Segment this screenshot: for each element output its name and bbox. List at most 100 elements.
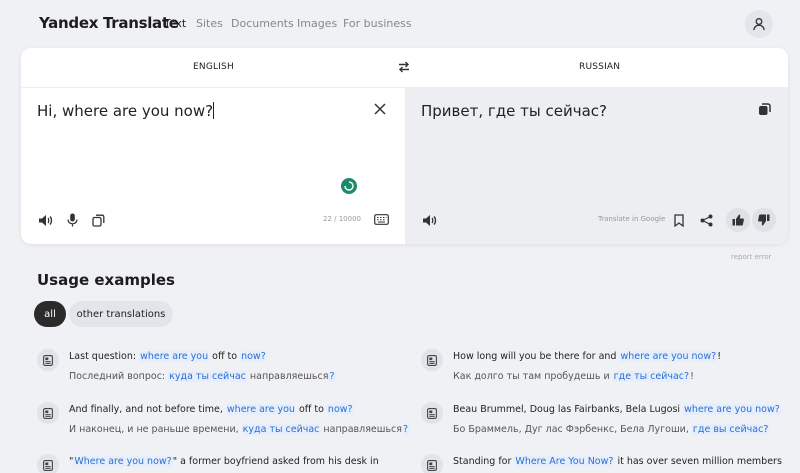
highlighted-phrase: where are you [225, 404, 296, 415]
example-source-sentence: "Where are you now?" a former boyfriend … [69, 456, 379, 467]
keyboard-icon [373, 213, 389, 225]
example-translated-sentence: Бо Браммель, Дуг лас Фэрбенкс, Бела Луго… [453, 424, 770, 435]
copy-icon [758, 102, 771, 115]
source-language-selector[interactable]: ENGLISH [193, 62, 234, 72]
source-text-value: Hi, where are you now? [37, 102, 214, 120]
nav-for-business[interactable]: For business [343, 17, 412, 30]
document-icon [43, 407, 53, 419]
text-caret [213, 102, 215, 119]
speaker-icon [38, 214, 52, 226]
virtual-keyboard-button[interactable] [373, 212, 389, 226]
translator-card: ENGLISH RUSSIAN Hi, where are you now? 2… [21, 48, 788, 244]
highlighted-phrase: now? [240, 351, 267, 362]
bookmark-button[interactable] [672, 212, 686, 228]
example-text: ! [690, 371, 694, 382]
highlighted-phrase: now? [326, 404, 354, 415]
nav-documents[interactable]: Documents [231, 17, 294, 30]
example-text: ! [717, 351, 721, 362]
share-button[interactable] [698, 212, 714, 228]
example-source-button[interactable] [421, 454, 443, 473]
close-icon [374, 103, 386, 115]
filter-chip-all[interactable]: all [34, 301, 66, 327]
highlighted-phrase: where are you [139, 351, 210, 362]
example-text: And finally, and not before time, [69, 404, 226, 415]
translate-in-google-link[interactable]: Translate in Google [598, 215, 665, 223]
highlighted-phrase: where are you now? [619, 351, 718, 362]
example-text: off to [295, 404, 327, 415]
translation-copy-button[interactable] [757, 102, 771, 116]
clear-text-button[interactable] [373, 102, 387, 116]
translation-output: Привет, где ты сейчас? [421, 102, 607, 120]
example-source-button[interactable] [37, 454, 59, 473]
source-speak-button[interactable] [37, 212, 53, 228]
thumbs-up-button[interactable] [726, 208, 750, 232]
translation-speak-button[interactable] [421, 212, 437, 228]
source-text-input[interactable]: Hi, where are you now? [37, 102, 215, 120]
example-source-button[interactable] [37, 349, 59, 371]
example-text: И наконец, и не раньше времени, [69, 424, 242, 435]
bookmark-icon [674, 213, 684, 227]
example-text: Beau Brummel, Doug las Fairbanks, Bela L… [453, 404, 684, 415]
source-copy-button[interactable] [91, 212, 106, 228]
example-source-sentence: Beau Brummel, Doug las Fairbanks, Bela L… [453, 404, 781, 415]
example-source-button[interactable] [37, 402, 59, 424]
example-text: направляешься [320, 424, 402, 435]
profile-button[interactable] [745, 10, 773, 38]
highlighted-phrase: where are you now? [683, 404, 781, 415]
spinner-icon [344, 181, 354, 191]
example-text: Standing for [453, 456, 515, 467]
document-icon [427, 407, 437, 419]
voice-input-button[interactable] [65, 212, 79, 228]
document-icon [43, 459, 53, 471]
example-text: Last question: [69, 351, 140, 362]
example-text: " a former boyfriend asked from his desk… [172, 456, 379, 467]
example-source-button[interactable] [421, 349, 443, 371]
report-error-link[interactable]: report error [731, 253, 772, 261]
swap-languages-button[interactable] [397, 60, 411, 77]
example-translated-sentence: И наконец, и не раньше времени, куда ты … [69, 424, 410, 435]
example-source-sentence: Standing for Where Are You Now? it has o… [453, 456, 782, 467]
example-text: How long will you be there for and [453, 351, 620, 362]
share-icon [700, 214, 712, 226]
example-source-sentence: Last question: where are you off to now? [69, 351, 267, 362]
app-logo[interactable]: Yandex Translate [39, 14, 179, 32]
microphone-icon [66, 213, 78, 227]
copy-icon [92, 214, 105, 227]
example-translated-sentence: Как долго ты там пробудешь и где ты сейч… [453, 371, 694, 382]
filter-chip-other-translations[interactable]: other translations [69, 301, 173, 327]
thumbs-down-icon [758, 214, 770, 226]
highlighted-phrase: где ты сейчас? [612, 371, 691, 382]
highlighted-phrase: ? [401, 424, 410, 435]
highlighted-phrase: ? [328, 371, 336, 382]
document-icon [427, 459, 437, 471]
thumbs-up-icon [732, 214, 744, 226]
example-source-sentence: How long will you be there for and where… [453, 351, 721, 362]
example-text: Последний вопрос: [69, 371, 169, 382]
example-source-button[interactable] [421, 402, 443, 424]
highlighted-phrase: куда ты сейчас [168, 371, 247, 382]
document-icon [43, 354, 53, 366]
usage-examples-title: Usage examples [37, 271, 175, 289]
example-translated-sentence: Последний вопрос: куда ты сейчас направл… [69, 371, 336, 382]
nav-sites[interactable]: Sites [196, 17, 223, 30]
speaker-icon [422, 214, 436, 226]
example-text: Как долго ты там пробудешь и [453, 371, 613, 382]
document-icon [427, 354, 437, 366]
loading-indicator [341, 178, 357, 194]
swap-icon [399, 61, 409, 73]
example-source-sentence: And finally, and not before time, where … [69, 404, 354, 415]
character-counter: 22 / 10000 [323, 215, 361, 223]
highlighted-phrase: куда ты сейчас [241, 424, 321, 435]
example-text: off to [209, 351, 241, 362]
example-text: it has over seven million members [614, 456, 782, 467]
highlighted-phrase: Where are you now? [73, 456, 173, 467]
example-text: направляешься [246, 371, 329, 382]
example-text: Бо Браммель, Дуг лас Фэрбенкс, Бела Луго… [453, 424, 692, 435]
nav-images[interactable]: Images [297, 17, 337, 30]
thumbs-down-button[interactable] [752, 208, 776, 232]
highlighted-phrase: Where Are You Now? [514, 456, 615, 467]
target-language-selector[interactable]: RUSSIAN [579, 62, 620, 72]
nav-text[interactable]: Text [164, 17, 186, 30]
highlighted-phrase: где вы сейчас? [691, 424, 770, 435]
user-icon [753, 18, 765, 31]
